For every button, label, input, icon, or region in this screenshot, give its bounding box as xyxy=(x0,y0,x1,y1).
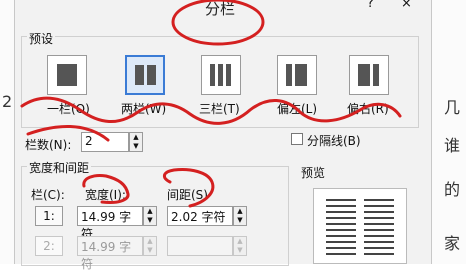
preset-two-columns[interactable] xyxy=(125,55,165,95)
preview-line xyxy=(326,223,356,225)
preview-line xyxy=(326,235,356,237)
columns-dialog: 分栏 ? × 预设 一栏(O) 两栏(W) 三栏(T) 偏左(L) 偏右(R) … xyxy=(14,0,432,271)
background-text-right-1: 几 xyxy=(444,98,461,117)
separator-checkbox[interactable] xyxy=(291,133,303,145)
background-text-left: 2 xyxy=(2,92,13,111)
preview-line xyxy=(326,241,356,243)
preview-line xyxy=(326,205,356,207)
preset-one-column[interactable] xyxy=(47,55,87,95)
right-columns-icon xyxy=(358,64,370,86)
row-2-width-input[interactable]: 14.99 字符 xyxy=(77,236,143,271)
width-header: 宽度(I): xyxy=(85,188,126,202)
dialog-title: 分栏 xyxy=(205,0,236,18)
preview-line xyxy=(326,253,356,255)
two-columns-icon-bar xyxy=(147,65,156,85)
preset-right-label: 偏右(R) xyxy=(347,102,389,116)
preset-three-columns[interactable] xyxy=(201,55,241,95)
left-columns-icon-bar xyxy=(295,64,307,86)
preview-page xyxy=(313,188,407,264)
row-1-index: 1: xyxy=(35,206,63,226)
columns-count-label: 栏数(N): xyxy=(25,138,72,152)
preview-line xyxy=(364,229,394,231)
row-2-index: 2: xyxy=(35,236,63,256)
three-columns-icon xyxy=(210,64,215,86)
preset-one-column-label: 一栏(O) xyxy=(47,102,90,116)
separator-label: 分隔线(B) xyxy=(307,134,361,148)
columns-count-spinner[interactable]: ▲ ▼ xyxy=(129,132,143,152)
preset-left[interactable] xyxy=(277,55,317,95)
preview-line xyxy=(364,211,394,213)
preview-line xyxy=(364,241,394,243)
preview-line xyxy=(364,235,394,237)
preview-line xyxy=(364,247,394,249)
background-text-right-3: 的 xyxy=(444,180,461,199)
preview-line xyxy=(326,211,356,213)
three-columns-icon-bar-2 xyxy=(218,64,223,86)
row-1-spacing-input[interactable]: 2.02 字符 xyxy=(167,206,233,226)
preset-three-columns-label: 三栏(T) xyxy=(199,102,240,116)
two-columns-icon xyxy=(135,65,144,85)
right-columns-icon-bar xyxy=(373,64,379,86)
help-button[interactable]: ? xyxy=(367,0,374,11)
background-text-right-4: 家 xyxy=(444,234,461,253)
row-2-spacing-spinner[interactable]: ▲ ▼ xyxy=(233,236,247,256)
one-column-icon xyxy=(57,64,77,86)
left-columns-icon xyxy=(286,64,292,86)
column-header: 栏(C): xyxy=(31,188,65,202)
preset-left-label: 偏左(L) xyxy=(277,102,318,116)
close-button[interactable]: × xyxy=(401,0,412,11)
preview-line xyxy=(326,199,356,201)
preview-line xyxy=(364,223,394,225)
three-columns-icon-bar-3 xyxy=(226,64,231,86)
background-text-right-2: 谁 xyxy=(444,136,461,155)
spacing-header: 间距(S) xyxy=(167,188,208,202)
row-2-spacing-input[interactable] xyxy=(167,236,233,256)
row-1-spacing-spinner[interactable]: ▲ ▼ xyxy=(233,206,247,226)
preset-right[interactable] xyxy=(349,55,389,95)
preview-line xyxy=(364,217,394,219)
width-spacing-group-label: 宽度和间距 xyxy=(27,159,92,176)
row-1-width-spinner[interactable]: ▲ ▼ xyxy=(143,206,157,226)
columns-count-input[interactable]: 2 xyxy=(81,132,129,152)
preview-line xyxy=(326,247,356,249)
preview-line xyxy=(326,217,356,219)
row-1-width-input[interactable]: 14.99 字符 xyxy=(77,206,143,241)
preview-line xyxy=(326,229,356,231)
preset-two-columns-label: 两栏(W) xyxy=(121,102,167,116)
row-2-width-spinner[interactable]: ▲ ▼ xyxy=(143,236,157,256)
preview-line xyxy=(364,199,394,201)
preview-label: 预览 xyxy=(301,166,326,180)
presets-group-label: 预设 xyxy=(27,30,56,47)
preview-line xyxy=(364,205,394,207)
preview-line xyxy=(364,253,394,255)
